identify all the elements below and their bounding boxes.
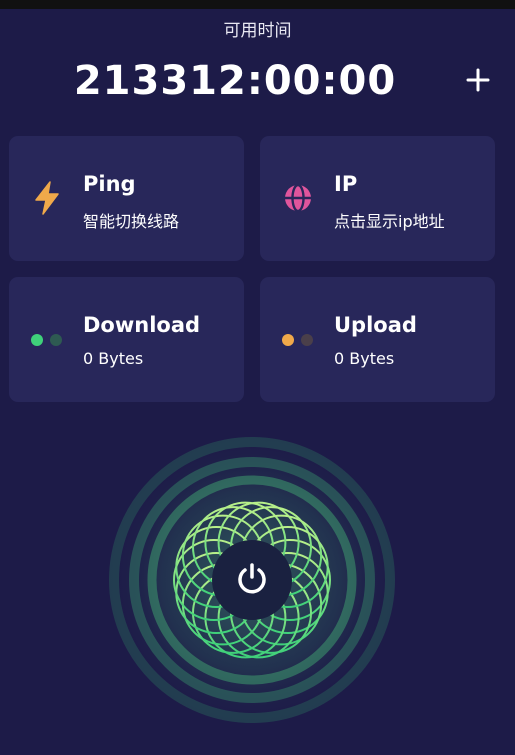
ip-title: IP xyxy=(334,172,358,196)
upload-dot-inactive xyxy=(301,334,313,346)
ping-title: Ping xyxy=(83,172,136,196)
ping-subtitle: 智能切换线路 xyxy=(83,212,180,231)
upload-card: Upload 0 Bytes xyxy=(260,277,495,402)
download-dots-icon xyxy=(31,334,71,346)
ip-card[interactable]: IP 点击显示ip地址 xyxy=(260,136,495,261)
available-time-value: 213312:00:00 xyxy=(73,58,397,104)
globe-icon xyxy=(280,180,316,216)
upload-dots-icon xyxy=(282,334,322,346)
available-time-label: 可用时间 xyxy=(223,21,292,41)
status-bar xyxy=(0,0,515,9)
app-screen: 可用时间 213312:00:00 Ping 智能切换线路 IP 点击显示ip地… xyxy=(0,0,515,755)
ip-subtitle: 点击显示ip地址 xyxy=(334,212,445,231)
download-card: Download 0 Bytes xyxy=(9,277,244,402)
download-dot-inactive xyxy=(50,334,62,346)
power-button[interactable] xyxy=(213,540,291,618)
upload-dot-active xyxy=(282,334,294,346)
ping-card[interactable]: Ping 智能切换线路 xyxy=(9,136,244,261)
upload-value: 0 Bytes xyxy=(334,349,395,368)
plus-icon xyxy=(466,68,490,92)
lightning-icon xyxy=(29,180,65,216)
download-value: 0 Bytes xyxy=(83,349,144,368)
add-time-button[interactable] xyxy=(462,64,494,96)
download-title: Download xyxy=(83,313,201,337)
download-dot-active xyxy=(31,334,43,346)
power-icon xyxy=(238,563,266,594)
upload-title: Upload xyxy=(334,313,417,337)
